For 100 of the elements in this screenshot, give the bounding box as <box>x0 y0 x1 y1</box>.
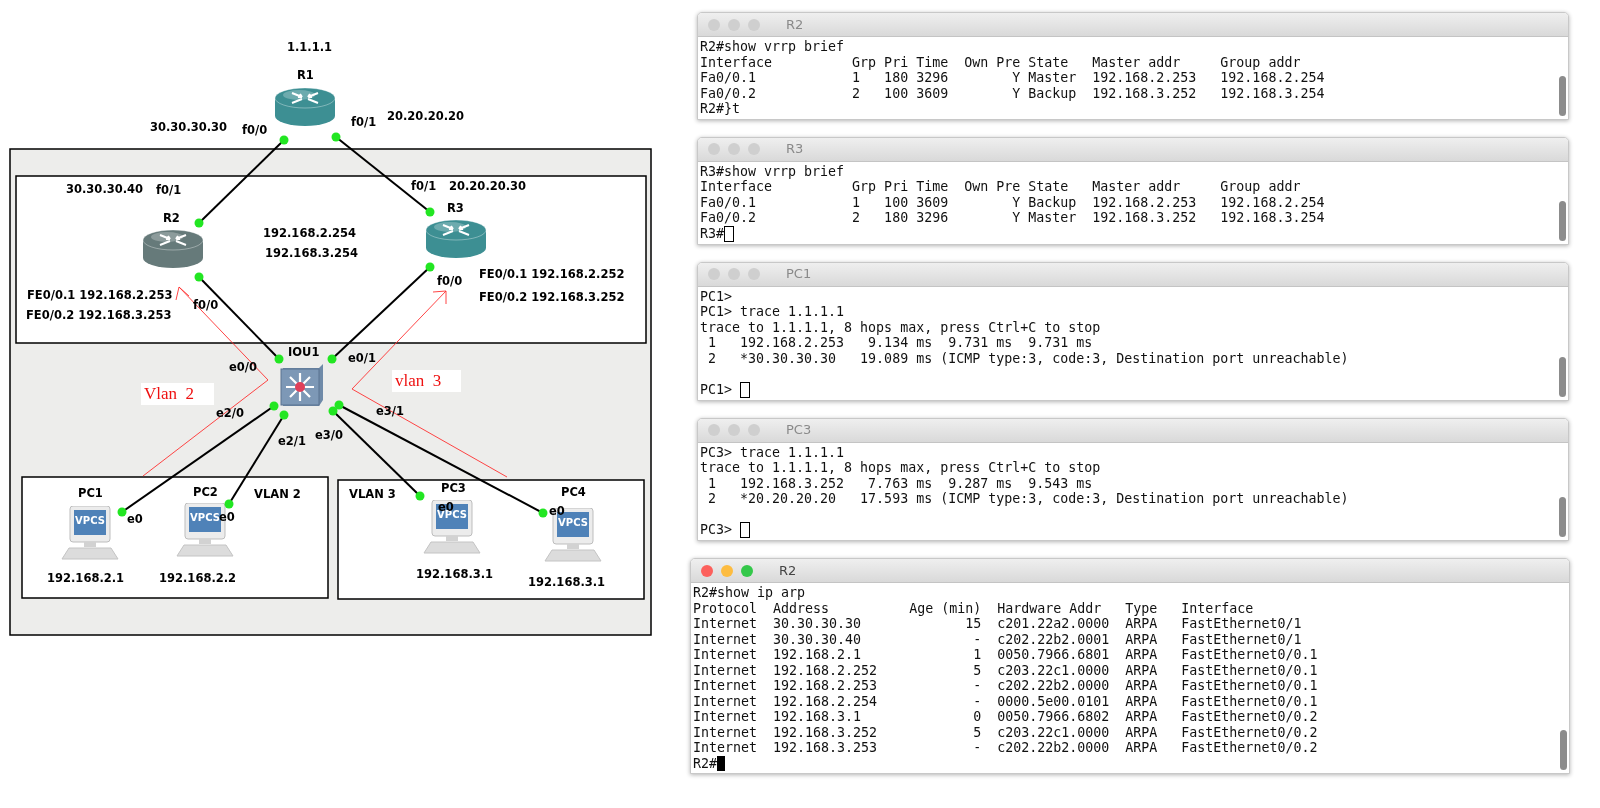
scrollbar-thumb[interactable] <box>1558 200 1566 241</box>
terminal-line: Fa0/0.2 2 100 3609 Y Backup 192.168.3.252 192.168.3.254 <box>700 85 1325 101</box>
terminal-prompt: R2# <box>693 755 718 771</box>
minimize-button[interactable] <box>728 143 740 155</box>
computer-icon[interactable] <box>423 500 481 554</box>
terminal-line: Internet 30.30.30.40 - c202.22b2.0001 ARPA FastEthernet0/1 <box>693 631 1302 647</box>
terminal-line: Internet 192.168.2.1 1 0050.7966.6801 ARPA FastEthernet0/0.1 <box>693 647 1318 663</box>
node-name: PC4 <box>561 485 586 499</box>
terminal-line: R3#show vrrp brief <box>700 163 845 179</box>
port-label: f0/1 <box>411 179 437 193</box>
port-dot <box>327 354 337 364</box>
terminal-line: PC3> trace 1.1.1.1 <box>700 444 845 460</box>
maximize-button[interactable] <box>748 143 760 155</box>
address-label: 192.168.2.2 <box>159 571 237 585</box>
scrollbar-thumb[interactable] <box>1558 356 1566 397</box>
terminal-line: Internet 192.168.2.252 5 c203.22c1.0000 ARPA FastEthernet0/0.1 <box>693 662 1318 678</box>
scrollbar-thumb[interactable] <box>1558 497 1566 537</box>
router-icon[interactable] <box>425 218 487 260</box>
port-dot <box>425 207 435 217</box>
port-dot <box>334 400 344 410</box>
scrollbar-thumb[interactable] <box>1558 75 1566 116</box>
terminal-line: Internet 192.168.2.254 - 0000.5e00.0101 ARPA FastEthernet0/0.1 <box>693 693 1318 709</box>
terminal-line: 1 192.168.2.253 9.134 ms 9.731 ms 9.731 ms <box>707 335 1093 351</box>
vlan-note: vlan 3 <box>392 370 462 392</box>
port-dot <box>331 132 341 142</box>
vlan-label: VLAN 3 <box>349 487 396 501</box>
port-label: e3/0 <box>315 428 343 442</box>
router-icon[interactable] <box>274 86 336 128</box>
address-label: FE0/0.1 192.168.2.252 <box>479 267 625 281</box>
close-button[interactable] <box>708 18 720 31</box>
terminal-line: Internet 192.168.2.253 - c202.22b2.0000 ARPA FastEthernet0/0.1 <box>693 678 1318 694</box>
port-dot <box>194 218 204 228</box>
port-dot <box>538 508 548 518</box>
address-label: 20.20.20.20 <box>387 109 465 123</box>
minimize-button[interactable] <box>728 18 740 31</box>
scrollbar-thumb[interactable] <box>1559 730 1567 770</box>
window-title: PC3 <box>786 421 812 440</box>
port-dot <box>415 491 425 501</box>
minimize-button[interactable] <box>728 268 740 280</box>
node-name: R2 <box>163 211 180 225</box>
port-label: e0/1 <box>348 351 376 365</box>
maximize-button[interactable] <box>741 564 753 577</box>
close-button[interactable] <box>708 424 720 436</box>
maximize-button[interactable] <box>748 18 760 31</box>
port-label: e0 <box>127 512 143 526</box>
terminal-line: 2 *30.30.30.30 19.089 ms (ICMP type:3, code:3, Destination port unreachable) <box>707 350 1349 366</box>
address-label: FE0/0.1 192.168.2.253 <box>27 288 173 302</box>
screen-label: VPCS <box>190 512 220 524</box>
computer-icon[interactable] <box>176 503 234 557</box>
terminal-line: Internet 192.168.3.1 0 0050.7966.6802 ARPA FastEthernet0/0.2 <box>693 709 1318 725</box>
terminal-line: R2#show ip arp <box>693 585 806 601</box>
maximize-button[interactable] <box>748 268 760 280</box>
port-label: f0/0 <box>242 123 268 137</box>
minimize-button[interactable] <box>728 424 740 436</box>
port-label: f0/1 <box>156 183 182 197</box>
terminal-line: PC1> <box>700 288 733 304</box>
node-name: PC2 <box>193 485 218 499</box>
terminal-line: Fa0/0.1 1 180 3296 Y Master 192.168.2.253 192.168.2.254 <box>700 70 1325 86</box>
port-dot <box>194 272 204 282</box>
port-label: e2/1 <box>278 434 306 448</box>
window-title: PC1 <box>786 265 812 284</box>
terminal-prompt: R2#}t <box>700 101 741 117</box>
close-button[interactable] <box>708 143 720 155</box>
vlan-note: Vlan 2 <box>141 383 215 405</box>
terminal-line: Interface Grp Pri Time Own Pre State Master addr Group addr <box>700 54 1301 70</box>
port-dot <box>279 135 289 145</box>
screen-label: VPCS <box>437 509 467 521</box>
terminal-line: R2#show vrrp brief <box>700 39 845 55</box>
terminal-line: Fa0/0.2 2 180 3296 Y Master 192.168.3.252 192.168.3.254 <box>700 210 1325 226</box>
address-label: 192.168.3.1 <box>528 575 606 589</box>
terminal-line: Fa0/0.1 1 100 3609 Y Backup 192.168.2.253 192.168.2.254 <box>700 194 1325 210</box>
terminal-line: 1 192.168.3.252 7.763 ms 9.287 ms 9.543 ms <box>707 475 1093 491</box>
address-label: 192.168.3.1 <box>416 567 494 581</box>
node-name: R1 <box>297 68 314 82</box>
computer-icon[interactable] <box>544 508 602 562</box>
port-label: e0 <box>549 504 565 518</box>
terminal-line: Internet 192.168.3.252 5 c203.22c1.0000 ARPA FastEthernet0/0.2 <box>693 724 1318 740</box>
vlan-label: VLAN 2 <box>254 487 301 501</box>
node-name: PC3 <box>441 481 466 495</box>
maximize-button[interactable] <box>748 424 760 436</box>
node-name: PC1 <box>78 486 103 500</box>
router-icon[interactable] <box>142 228 204 270</box>
address-label: 192.168.2.1 <box>47 571 125 585</box>
terminal-line: Interface Grp Pri Time Own Pre State Master addr Group addr <box>700 179 1301 195</box>
terminal-line: Protocol Address Age (min) Hardware Addr Type Interface <box>693 600 1254 616</box>
node-name: R3 <box>447 201 464 215</box>
port-dot <box>224 499 234 509</box>
terminal-line: Internet 30.30.30.30 15 c201.22a2.0000 ARPA FastEthernet0/1 <box>693 616 1302 632</box>
address-label: 30.30.30.30 <box>150 120 228 134</box>
terminal-prompt: R3# <box>700 225 725 242</box>
close-button[interactable] <box>708 268 720 280</box>
minimize-button[interactable] <box>721 564 733 577</box>
port-dot <box>274 354 284 364</box>
address-label: FE0/0.2 192.168.3.253 <box>26 308 172 322</box>
terminal-prompt: PC1> <box>700 381 734 398</box>
node-name: IOU1 <box>288 345 320 359</box>
screen-label: VPCS <box>558 517 588 529</box>
close-button[interactable] <box>701 564 713 577</box>
terminal-line: trace to 1.1.1.1, 8 hops max, press Ctrl+C to stop <box>700 460 1101 476</box>
window-title: R2 <box>786 15 804 34</box>
